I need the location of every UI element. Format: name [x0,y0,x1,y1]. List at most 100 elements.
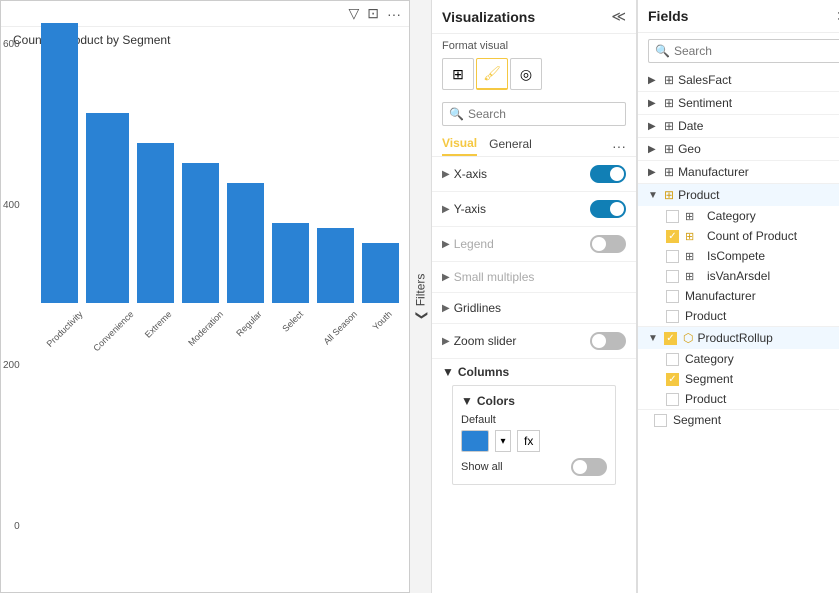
bar-regular [227,183,264,303]
fields-search-input[interactable] [674,44,839,58]
y-axis-toggle[interactable] [590,200,626,218]
count-product-checkbox[interactable]: ✓ [666,230,679,243]
product-manufacturer-checkbox[interactable] [666,290,679,303]
filters-panel[interactable]: ❮ Filters [410,0,432,593]
field-product[interactable]: Product [638,306,839,326]
product-category-checkbox[interactable] [666,210,679,223]
analytics-icon: ◎ [520,66,532,83]
field-rollup-segment[interactable]: ✓ Segment [638,369,839,389]
format-icons: ⊞ 🖌 ◎ [432,56,636,96]
legend-toggle[interactable] [590,235,626,253]
field-rollup-product[interactable]: Product [638,389,839,409]
tab-general[interactable]: General [489,137,532,155]
bar-allseason [317,228,354,303]
fields-search-icon: 🔍 [655,44,670,58]
collapse-left-icon: ≪ [611,8,626,25]
zoom-slider-toggle[interactable] [590,332,626,350]
isvanarsdel-checkbox[interactable] [666,270,679,283]
y-label-400: 400 [3,200,20,211]
group-product[interactable]: ▼ ⊞ Product [638,184,839,206]
iscompete-checkbox[interactable] [666,250,679,263]
group-salesfact[interactable]: ▶ ⊞ SalesFact [638,69,839,91]
product-name: Product [678,188,719,202]
field-segment[interactable]: Segment [638,410,839,430]
more-icon[interactable]: ··· [387,6,401,22]
zoom-slider-label: ▶ Zoom slider [442,334,516,348]
legend-label: ▶ Legend [442,237,494,251]
show-all-toggle[interactable] [571,458,607,476]
expand-icon[interactable]: ⊡ [367,5,379,22]
product-expand-icon: ▼ [648,190,660,201]
chart-area: 600 400 200 0 Productivity Convenience E… [1,29,409,592]
bar-group: Select [272,223,309,319]
field-rollup-segment-label: Segment [685,372,733,386]
field-count-of-product[interactable]: ✓ ⊞ Count of Product [638,226,839,246]
field-segment-label: Segment [673,413,721,427]
viz-search-input[interactable] [468,107,619,121]
show-all-label: Show all [461,461,503,473]
viz-collapse-button[interactable]: ≪ [611,8,626,25]
bar-extreme [137,143,174,303]
zoom-slider-toggle-knob [592,334,606,348]
field-type-icon: ⊞ [685,210,701,223]
viz-search-box[interactable]: 🔍 [442,102,626,126]
x-axis-section[interactable]: ▶ X-axis [432,157,636,192]
group-sentiment[interactable]: ▶ ⊞ Sentiment [638,92,839,114]
fields-header: Fields ≫ [638,0,839,33]
y-axis-section[interactable]: ▶ Y-axis [432,192,636,227]
field-isvanarsdel-icon: ⊞ [685,270,701,283]
viz-title: Visualizations [442,9,535,25]
legend-chevron-icon: ▶ [442,239,450,250]
fx-button[interactable]: fx [517,430,540,452]
color-dropdown-button[interactable]: ▾ [495,430,511,452]
tab-visual[interactable]: Visual [442,136,477,156]
legend-section[interactable]: ▶ Legend [432,227,636,262]
group-productrollup[interactable]: ▼ ✓ ⬡ ProductRollup [638,327,839,349]
zoom-slider-section[interactable]: ▶ Zoom slider [432,324,636,359]
sentiment-table-icon: ⊞ [664,96,674,110]
y-axis-toggle-knob [610,202,624,216]
field-product-category[interactable]: ⊞ Category [638,206,839,226]
productrollup-checkbox[interactable]: ✓ [664,332,677,345]
colors-section: ▼ Colors Default ▾ fx Show all [452,385,616,485]
color-swatch[interactable] [461,430,489,452]
salesfact-name: SalesFact [678,73,731,87]
bar-label-productivity: Productivity [45,309,85,349]
rollup-category-checkbox[interactable] [666,353,679,366]
gridlines-chevron-icon: ▶ [442,303,450,314]
colors-header[interactable]: ▼ Colors [461,394,607,408]
visualizations-panel: Visualizations ≪ Format visual ⊞ 🖌 ◎ 🔍 V… [432,0,637,593]
fields-search-box[interactable]: 🔍 [648,39,839,63]
group-date[interactable]: ▶ ⊞ Date [638,115,839,137]
field-iscompete[interactable]: ⊞ IsCompete [638,246,839,266]
product-checkbox[interactable] [666,310,679,323]
field-isvanarsdel[interactable]: ⊞ isVanArsdel [638,266,839,286]
bar-group: Extreme [137,143,174,319]
analytics-button[interactable]: ◎ [510,58,542,90]
filters-label: ❮ Filters [414,273,428,320]
segment-checkbox[interactable] [654,414,667,427]
filter-icon[interactable]: ▽ [348,5,359,22]
columns-header[interactable]: ▼ Columns [442,365,626,379]
bar-group: Regular [227,183,264,319]
group-manufacturer[interactable]: ▶ ⊞ Manufacturer [638,161,839,183]
bar-group: Convenience [86,113,129,319]
show-all-row: Show all [461,458,607,476]
grid-view-button[interactable]: ⊞ [442,58,474,90]
gridlines-section[interactable]: ▶ Gridlines [432,293,636,324]
rollup-segment-checkbox[interactable]: ✓ [666,373,679,386]
filters-chevron-icon: ❮ [414,310,428,320]
tab-more-button[interactable]: ··· [612,138,626,154]
bar-group: All Season [317,228,354,319]
x-axis-toggle[interactable] [590,165,626,183]
product-special-icon: ⊞ [664,188,674,202]
viz-header: Visualizations ≪ [432,0,636,34]
bar-select [272,223,309,303]
group-geo[interactable]: ▶ ⊞ Geo [638,138,839,160]
paint-button[interactable]: 🖌 [476,58,508,90]
date-name: Date [678,119,703,133]
small-multiples-section[interactable]: ▶ Small multiples [432,262,636,293]
field-rollup-category[interactable]: Category [638,349,839,369]
rollup-product-checkbox[interactable] [666,393,679,406]
field-product-manufacturer[interactable]: Manufacturer [638,286,839,306]
